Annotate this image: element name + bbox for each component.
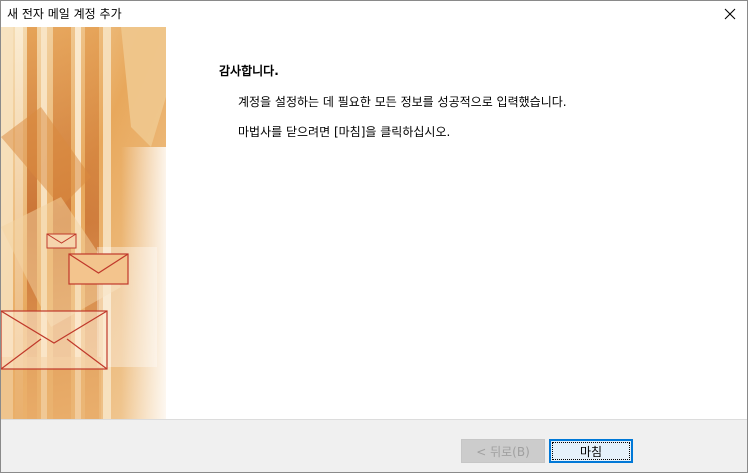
- success-message: 계정을 설정하는 데 필요한 모든 정보를 성공적으로 입력했습니다.: [238, 95, 567, 109]
- wizard-side-art: [1, 27, 166, 419]
- close-icon: [724, 8, 736, 20]
- envelope-icon: [46, 233, 77, 249]
- wizard-content: 감사합니다. 계정을 설정하는 데 필요한 모든 정보를 성공적으로 입력했습니…: [166, 27, 747, 419]
- title-bar: 새 전자 메일 계정 추가: [1, 1, 747, 27]
- close-button[interactable]: [713, 1, 747, 27]
- finish-button-label: 마침: [552, 442, 630, 460]
- close-instruction: 마법사를 닫으려면 [마침]을 클릭하십시오.: [238, 125, 451, 139]
- finish-button[interactable]: 마침: [549, 439, 633, 463]
- mail-art-image: [1, 27, 166, 419]
- envelope-icon: [1, 310, 108, 370]
- wizard-window: 새 전자 메일 계정 추가 감사합니다. 계정을 설정하는 데 필요한 모든 정…: [0, 0, 748, 473]
- wizard-footer: < 뒤로(B) 마침: [1, 419, 747, 472]
- window-title: 새 전자 메일 계정 추가: [7, 7, 122, 21]
- back-button[interactable]: < 뒤로(B): [461, 439, 545, 463]
- page-title: 감사합니다.: [219, 64, 279, 78]
- envelope-icon: [68, 253, 129, 285]
